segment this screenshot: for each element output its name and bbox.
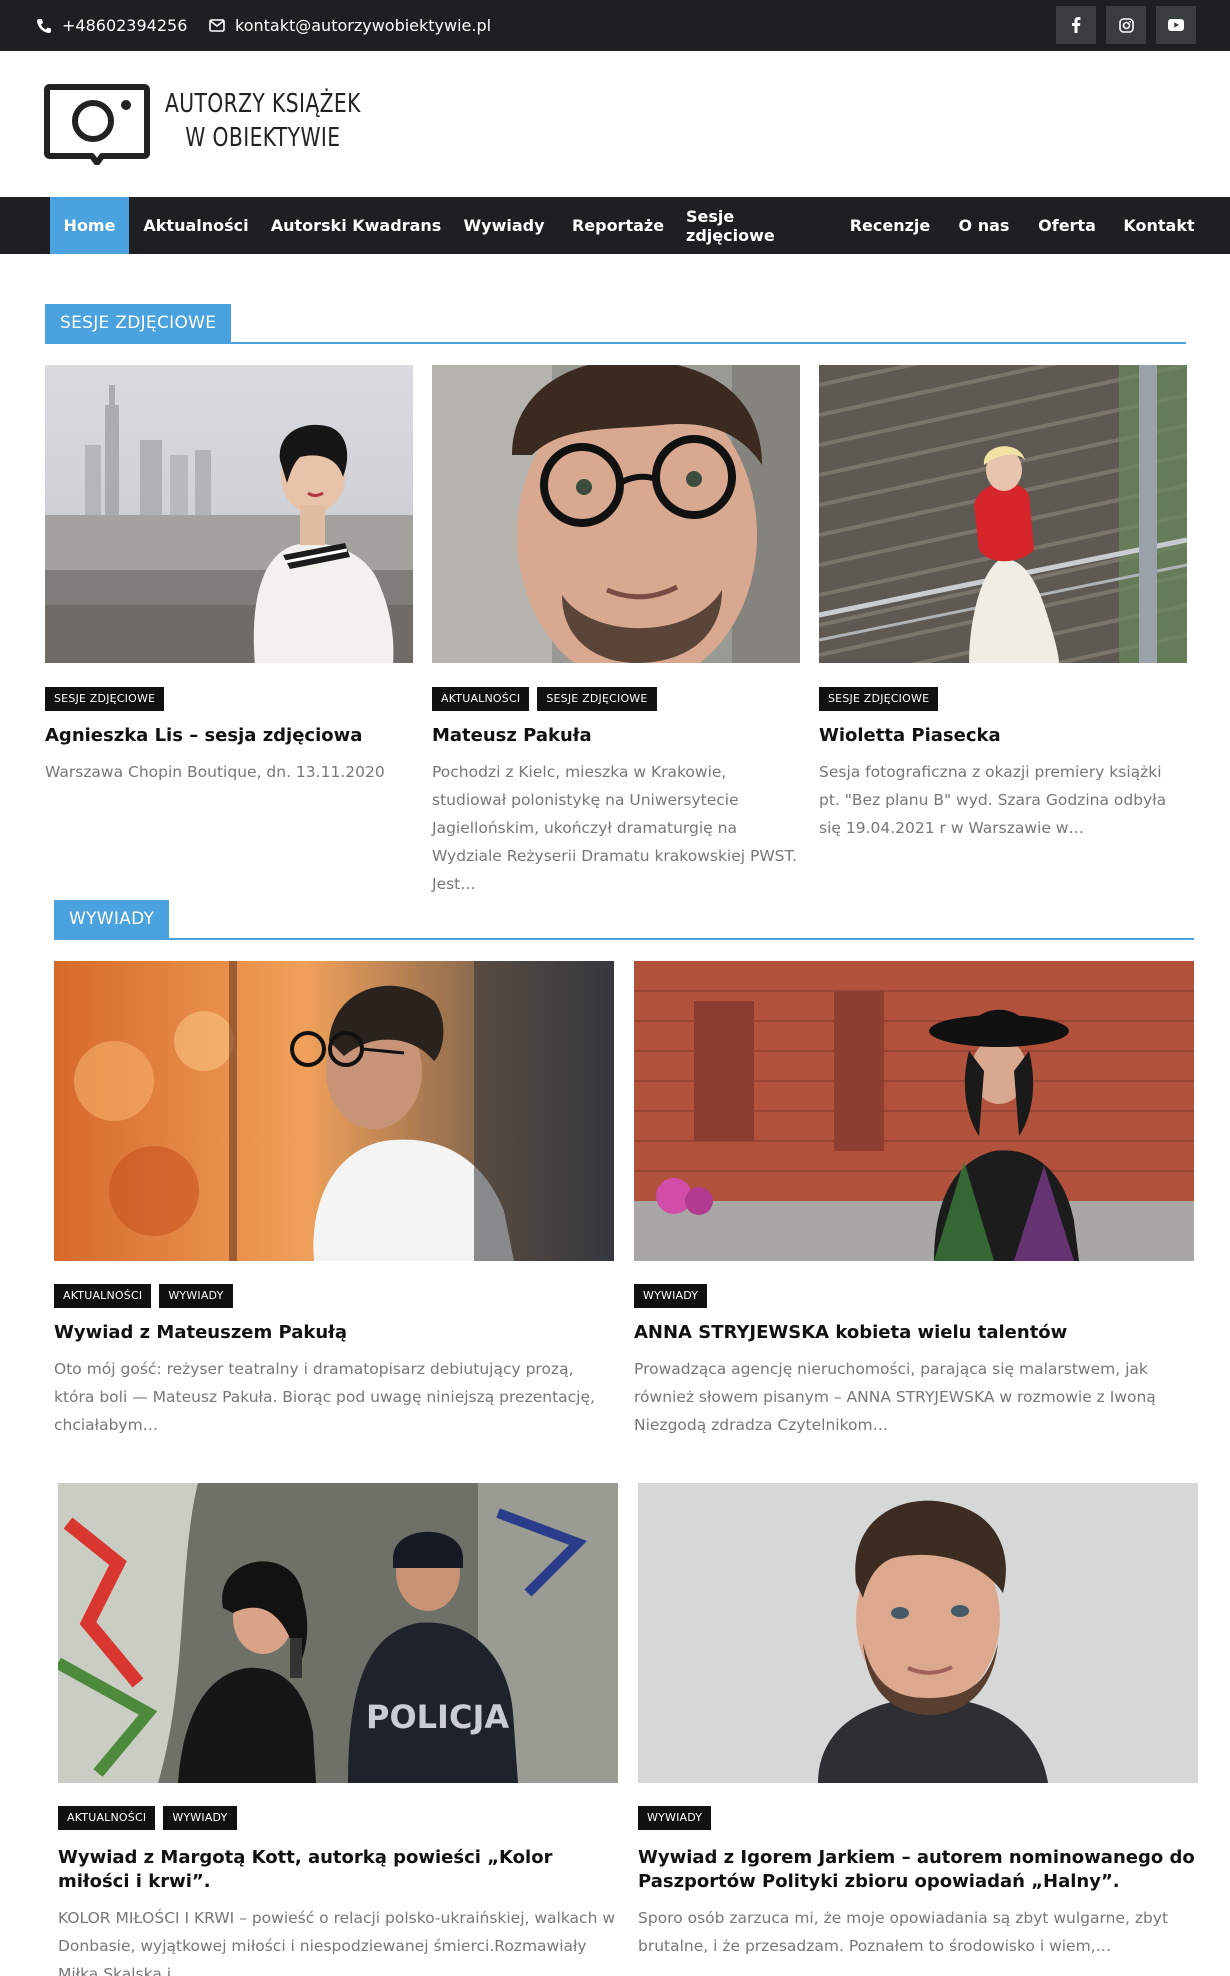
post-title[interactable]: Wywiad z Mateuszem Pakułą	[54, 1321, 614, 1345]
nav-item-home[interactable]: Home	[50, 197, 129, 254]
category-tag[interactable]: AKTUALNOŚCI	[54, 1284, 152, 1308]
post-excerpt: Prowadząca agencję nieruchomości, parają…	[634, 1360, 1156, 1434]
nav-item-sesje-zdjeciowe[interactable]: Sesje zdjęciowe	[686, 197, 828, 254]
post-title[interactable]: Mateusz Pakuła	[432, 724, 800, 748]
nav-item-wywiady[interactable]: Wywiady	[460, 197, 548, 254]
category-tag[interactable]: SESJE ZDJĘCIOWE	[45, 687, 165, 711]
nav-item-autorski-kwadrans[interactable]: Autorski Kwadrans	[270, 197, 442, 254]
category-tag[interactable]: AKTUALNOŚCI	[432, 687, 530, 711]
youtube-button[interactable]	[1156, 6, 1196, 44]
category-tag[interactable]: WYWIADY	[634, 1284, 708, 1308]
post-tags: AKTUALNOŚCI WYWIADY	[54, 1284, 233, 1308]
top-bar: +48602394256 kontakt@autorzywobiektywie.…	[0, 0, 1230, 51]
category-tag[interactable]: WYWIADY	[159, 1284, 233, 1308]
section-header-sesje: SESJE ZDJĘCIOWE	[45, 304, 1186, 344]
post-card: WYWIADY	[634, 961, 1194, 1311]
post-card: SESJE ZDJĘCIOWE	[819, 365, 1187, 715]
facebook-icon	[1072, 17, 1081, 33]
post-thumbnail[interactable]: POLICJA	[58, 1483, 618, 1783]
logo-line-1: AUTORZY KSIĄŻEK	[165, 89, 361, 119]
post-excerpt: KOLOR MIŁOŚCI I KRWI – powieść o relacji…	[58, 1909, 616, 1976]
post-title[interactable]: Wywiad z Margotą Kott, autorką powieści …	[58, 1846, 618, 1894]
nav-item-kontakt[interactable]: Kontakt	[1118, 197, 1200, 254]
post-excerpt: Oto mój gość: reżyser teatralny i dramat…	[54, 1360, 595, 1434]
category-tag[interactable]: AKTUALNOŚCI	[58, 1806, 156, 1830]
site-header: AUTORZY KSIĄŻEK W OBIEKTYWIE	[0, 51, 1230, 197]
post-card: SESJE ZDJĘCIOWE	[45, 365, 413, 715]
section-title-sesje[interactable]: SESJE ZDJĘCIOWE	[45, 304, 232, 342]
category-tag[interactable]: SESJE ZDJĘCIOWE	[537, 687, 657, 711]
post-text: Wioletta Piasecka Sesja fotograficzna z …	[819, 720, 1187, 880]
instagram-button[interactable]	[1106, 6, 1146, 44]
phone-number: +48602394256	[62, 16, 188, 35]
nav-item-oferta[interactable]: Oferta	[1034, 197, 1100, 254]
logo-text[interactable]: AUTORZY KSIĄŻEK W OBIEKTYWIE	[165, 87, 361, 155]
post-tags: AKTUALNOŚCI SESJE ZDJĘCIOWE	[432, 687, 657, 711]
youtube-icon	[1168, 19, 1184, 31]
phone-icon	[37, 18, 51, 33]
post-title[interactable]: Wioletta Piasecka	[819, 724, 1187, 748]
post-tags: AKTUALNOŚCI WYWIADY	[58, 1806, 237, 1830]
post-thumbnail[interactable]	[54, 961, 614, 1261]
post-text: Agnieszka Lis – sesja zdjęciowa Warszawa…	[45, 720, 413, 880]
nav-item-recenzje[interactable]: Recenzje	[846, 197, 934, 254]
post-excerpt: Sesja fotograficzna z okazji premiery ks…	[819, 763, 1167, 837]
post-excerpt: Warszawa Chopin Boutique, dn. 13.11.2020	[45, 763, 385, 781]
post-card: AKTUALNOŚCI SESJE ZDJĘCIOWE	[432, 365, 800, 715]
post-excerpt: Pochodzi z Kielc, mieszka w Krakowie, st…	[432, 763, 798, 893]
post-thumbnail[interactable]	[819, 365, 1187, 663]
instagram-icon	[1118, 17, 1134, 33]
nav-item-o-nas[interactable]: O nas	[954, 197, 1014, 254]
post-card: POLICJA AKTUALNOŚCI WYWIADY	[58, 1483, 618, 1833]
post-card: WYWIADY	[638, 1483, 1198, 1833]
email-address: kontakt@autorzywobiektywie.pl	[235, 16, 492, 35]
phone-contact[interactable]: +48602394256	[36, 0, 187, 51]
category-tag[interactable]: SESJE ZDJĘCIOWE	[819, 687, 939, 711]
camera-logo-icon[interactable]	[44, 83, 150, 165]
nav-item-aktualnosci[interactable]: Aktualności	[142, 197, 250, 254]
photo-vest-lettering: POLICJA	[366, 1698, 509, 1736]
section-divider	[45, 342, 1186, 344]
post-text: Wywiad z Mateuszem Pakułą Oto mój gość: …	[54, 1317, 614, 1447]
category-tag[interactable]: WYWIADY	[638, 1806, 712, 1830]
email-contact[interactable]: kontakt@autorzywobiektywie.pl	[209, 0, 491, 51]
post-tags: WYWIADY	[638, 1806, 712, 1830]
category-tag[interactable]: WYWIADY	[163, 1806, 237, 1830]
nav-item-reportaze[interactable]: Reportaże	[566, 197, 670, 254]
facebook-button[interactable]	[1056, 6, 1096, 44]
post-thumbnail[interactable]	[432, 365, 800, 663]
post-thumbnail[interactable]	[634, 961, 1194, 1261]
main-nav: Home Aktualności Autorski Kwadrans Wywia…	[0, 197, 1230, 254]
post-thumbnail[interactable]	[45, 365, 413, 663]
post-title[interactable]: Wywiad z Igorem Jarkiem – autorem nomino…	[638, 1846, 1198, 1894]
post-tags: SESJE ZDJĘCIOWE	[45, 687, 165, 711]
logo-line-2: W OBIEKTYWIE	[185, 123, 341, 153]
post-text: Wywiad z Margotą Kott, autorką powieści …	[58, 1842, 618, 1976]
post-title[interactable]: Agnieszka Lis – sesja zdjęciowa	[45, 724, 413, 748]
section-header-wywiady: WYWIADY	[54, 900, 1194, 940]
section-title-wywiady[interactable]: WYWIADY	[54, 900, 170, 938]
post-text: ANNA STRYJEWSKA kobieta wielu talentów P…	[634, 1317, 1194, 1447]
post-card: AKTUALNOŚCI WYWIADY	[54, 961, 614, 1311]
post-text: Mateusz Pakuła Pochodzi z Kielc, mieszka…	[432, 720, 800, 900]
post-thumbnail[interactable]	[638, 1483, 1198, 1783]
post-tags: WYWIADY	[634, 1284, 708, 1308]
post-excerpt: Sporo osób zarzuca mi, że moje opowiadan…	[638, 1909, 1169, 1955]
post-title[interactable]: ANNA STRYJEWSKA kobieta wielu talentów	[634, 1321, 1194, 1345]
envelope-icon	[209, 19, 225, 32]
post-text: Wywiad z Igorem Jarkiem – autorem nomino…	[638, 1842, 1198, 1976]
post-tags: SESJE ZDJĘCIOWE	[819, 687, 939, 711]
section-divider	[54, 938, 1194, 940]
